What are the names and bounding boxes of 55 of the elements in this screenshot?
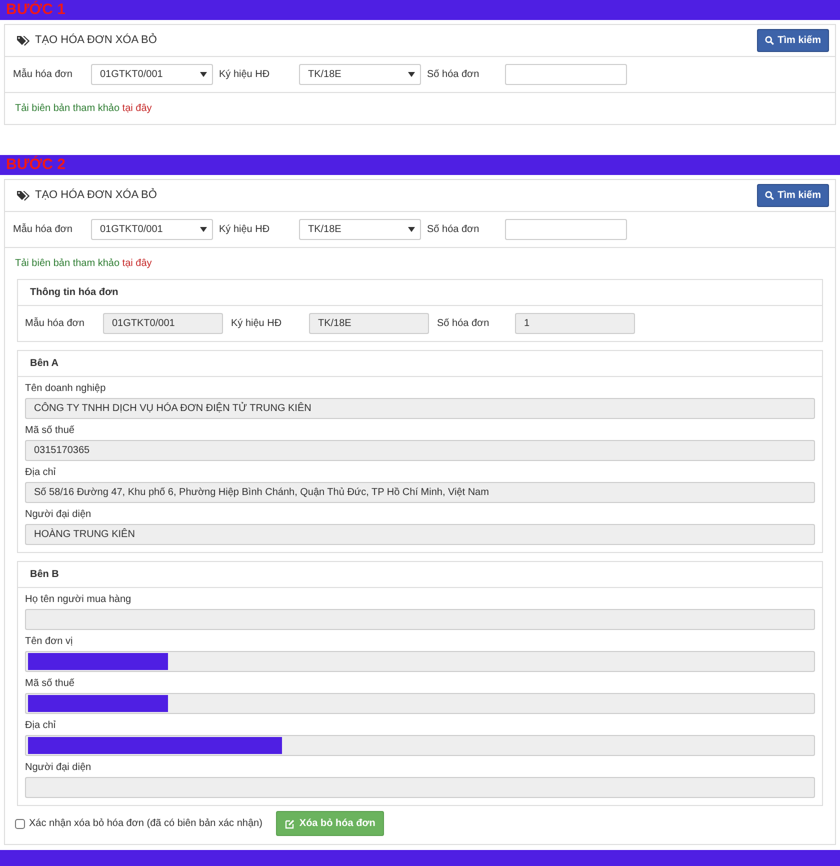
download-text: Tải biên bản tham khảo [15, 258, 121, 269]
field-label: Ký hiệu HĐ [219, 223, 271, 237]
step-label: BƯỚC 1 [5, 0, 66, 20]
field-label: Địa chỉ [25, 466, 57, 480]
download-link[interactable]: tại đây [122, 258, 152, 269]
caret-icon [200, 72, 207, 77]
select-field[interactable]: TK/18E [299, 64, 421, 85]
confirm-checkbox[interactable] [15, 818, 25, 828]
field-label: Người đại diện [25, 508, 92, 522]
select-field[interactable]: 01GTKT0/001 [91, 64, 213, 85]
field-label: Mã số thuế [25, 424, 76, 438]
section-title: Bên B [18, 562, 822, 588]
field-label: Số hóa đơn [427, 68, 480, 82]
readonly-field: 1 [515, 313, 635, 334]
field-label: Họ tên người mua hàng [25, 593, 132, 607]
field-label: Mã số thuế [25, 677, 76, 691]
readonly-field: TK/18E [309, 313, 429, 334]
field-label: Mẫu hóa đơn [25, 316, 86, 331]
field-label: Địa chỉ [25, 719, 57, 733]
caret-icon [408, 72, 415, 77]
readonly-field: CÔNG TY TNHH DỊCH VỤ HÓA ĐƠN ĐIỆN TỬ TRUNG KIÊN [25, 398, 815, 419]
select-field[interactable]: 01GTKT0/001 [91, 219, 213, 240]
tags-icon [17, 190, 31, 201]
field-label: Ký hiệu HĐ [219, 68, 271, 82]
tags-icon [17, 35, 31, 46]
select-field[interactable]: TK/18E [299, 219, 421, 240]
download-link[interactable]: tại đây [122, 103, 152, 114]
field-label: Mẫu hóa đơn [13, 222, 74, 237]
edit-icon [285, 818, 296, 828]
search-icon [764, 36, 774, 45]
section-title: Bên A [18, 351, 822, 377]
checkbox-label: Xác nhận xóa bỏ hóa đơn (đã có biên bản xác nhận) [29, 817, 262, 831]
field-label: Số hóa đơn [427, 223, 480, 237]
search-icon [764, 191, 774, 200]
readonly-field: 01GTKT0/001 [103, 313, 223, 334]
search-button[interactable]: Tìm kiếm [756, 184, 829, 207]
caret-icon [408, 227, 415, 232]
caret-icon [200, 227, 207, 232]
panel-title: TẠO HÓA ĐƠN XÓA BỎ [35, 187, 157, 204]
readonly-field: HOÀNG TRUNG KIÊN [25, 524, 815, 545]
field-label: Tên doanh nghiệp [25, 382, 107, 396]
readonly-field: Số 58/16 Đường 47, Khu phố 6, Phường Hiệp Bình Chánh, Quận Thủ Đức, TP Hồ Chí Minh, Việt Nam [25, 482, 815, 503]
field-label: Tên đơn vị [25, 635, 74, 649]
panel-title: TẠO HÓA ĐƠN XÓA BỎ [35, 32, 157, 48]
download-text: Tải biên bản tham khảo [15, 103, 121, 114]
field-label: Số hóa đơn [437, 317, 490, 331]
section-title: Thông tin hóa đơn [18, 280, 822, 306]
field-label: Mẫu hóa đơn [13, 67, 74, 82]
step-label: BƯỚC 2 [5, 155, 66, 175]
input-field[interactable] [505, 219, 627, 240]
field-label: Ký hiệu HĐ [231, 317, 283, 331]
search-button[interactable]: Tìm kiếm [756, 29, 829, 52]
readonly-field: 0315170365 [25, 440, 815, 461]
input-field[interactable] [505, 64, 627, 85]
field-label: Người đại diện [25, 761, 92, 775]
